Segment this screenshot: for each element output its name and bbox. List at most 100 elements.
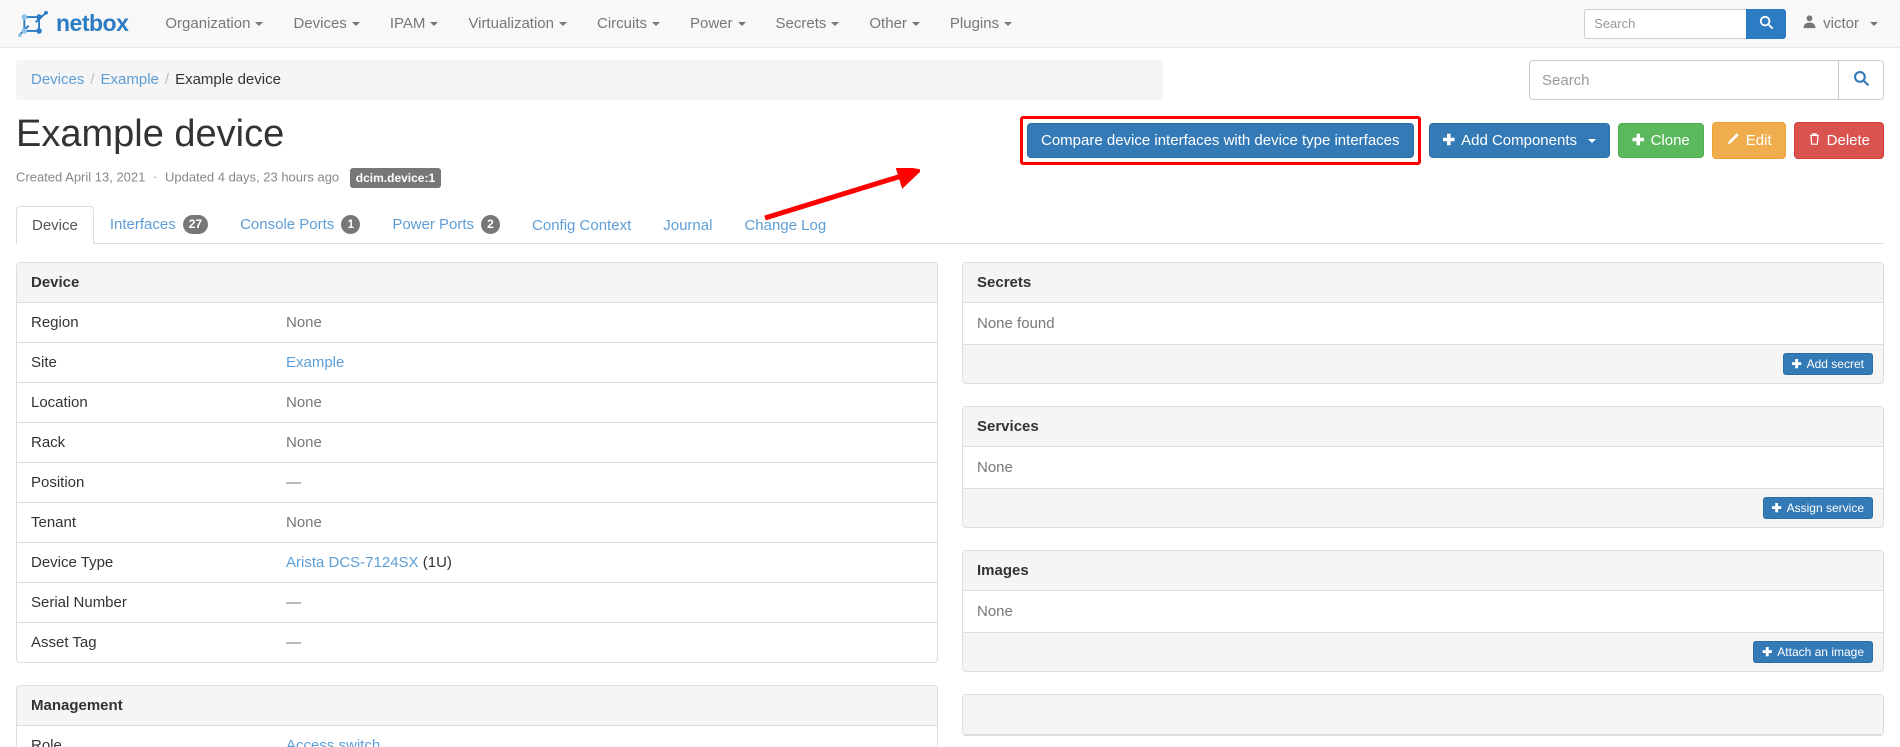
add-secret-button[interactable]: ✚ Add secret <box>1782 352 1873 375</box>
clone-button[interactable]: ✚ Clone <box>1618 123 1704 158</box>
netbox-logo-icon <box>18 10 48 37</box>
edit-button[interactable]: Edit <box>1711 122 1786 159</box>
device-type-height: (1U) <box>418 553 452 571</box>
row-value: Access switch <box>272 726 937 747</box>
nav-item-label: Organization <box>165 14 251 32</box>
tab-journal[interactable]: Journal <box>647 206 728 244</box>
page-search-input[interactable] <box>1529 60 1838 100</box>
tab-label: Device <box>32 216 78 234</box>
row-label: Device Type <box>17 541 272 583</box>
add-components-button[interactable]: ✚ Add Components <box>1428 123 1610 158</box>
page-search-button[interactable] <box>1838 60 1884 100</box>
table-row: Asset Tag — <box>17 621 937 662</box>
nav-item-organization[interactable]: Organization <box>150 0 278 48</box>
page-title: Example device <box>16 113 285 155</box>
user-menu[interactable]: victor <box>1802 14 1882 33</box>
title-row: Example device Created April 13, 2021 · … <box>16 113 1884 188</box>
management-attributes-table: Role Access switch <box>17 726 937 747</box>
plus-icon: ✚ <box>1771 500 1782 515</box>
row-value: None <box>286 313 322 331</box>
chevron-down-icon <box>558 21 567 26</box>
nav-item-label: Virtualization <box>468 14 554 32</box>
row-value: None <box>272 381 937 423</box>
tab-console-ports[interactable]: Console Ports 1 <box>224 204 376 244</box>
secrets-panel: Secrets None found ✚ Add secret <box>962 261 1884 384</box>
row-label: Role <box>31 736 62 747</box>
nav-item-devices[interactable]: Devices <box>278 0 374 48</box>
tab-badge: 27 <box>182 214 209 234</box>
next-panel-title <box>963 694 1883 735</box>
role-link[interactable]: Access switch <box>286 737 380 747</box>
images-panel-title: Images <box>963 550 1883 591</box>
navbar-search-button[interactable] <box>1746 8 1787 39</box>
trash-icon <box>1808 132 1821 149</box>
row-value: None <box>272 501 937 543</box>
plus-icon: ✚ <box>1762 644 1773 659</box>
nav-item-plugins[interactable]: Plugins <box>935 0 1027 48</box>
nav-item-circuits[interactable]: Circuits <box>582 0 675 48</box>
nav-item-virtualization[interactable]: Virtualization <box>453 0 582 48</box>
brand-text: netbox <box>56 10 129 36</box>
tab-badge: 1 <box>341 214 361 234</box>
navbar-right: victor <box>1584 8 1882 39</box>
breadcrumb-row: Devices / Example / Example device <box>16 60 1884 100</box>
object-type-badge: dcim.device:1 <box>349 167 442 188</box>
nav-item-ipam[interactable]: IPAM <box>375 0 454 48</box>
user-menu-label: victor <box>1823 15 1859 32</box>
plus-icon: ✚ <box>1791 356 1802 371</box>
nav-items: Organization Devices IPAM Virtualization… <box>150 0 1027 48</box>
tab-label: Config Context <box>532 216 632 234</box>
nav-item-power[interactable]: Power <box>675 0 761 48</box>
attach-image-button[interactable]: ✚ Attach an image <box>1753 640 1873 663</box>
chevron-down-icon <box>255 21 264 26</box>
meta-separator: · <box>153 169 158 185</box>
device-type-link[interactable]: Arista DCS-7124SX <box>286 554 419 571</box>
assign-service-button[interactable]: ✚ Assign service <box>1762 496 1873 519</box>
tab-label: Power Ports <box>392 215 475 233</box>
nav-item-label: Power <box>690 14 733 32</box>
nav-item-secrets[interactable]: Secrets <box>761 0 855 48</box>
services-panel-footer: ✚ Assign service <box>963 487 1883 527</box>
top-navbar: netbox Organization Devices IPAM Virtual… <box>0 0 1900 48</box>
row-value: — <box>272 581 937 623</box>
content-columns: Device Region None Site Example Location… <box>16 261 1884 747</box>
row-value: — <box>272 461 937 503</box>
site-link[interactable]: Example <box>286 354 344 371</box>
secrets-panel-footer: ✚ Add secret <box>963 343 1883 383</box>
device-panel: Device Region None Site Example Location… <box>16 261 938 663</box>
breadcrumb-item-example[interactable]: Example <box>101 71 159 88</box>
tab-interfaces[interactable]: Interfaces 27 <box>94 204 224 244</box>
table-row: Tenant None <box>17 501 937 543</box>
delete-button[interactable]: Delete <box>1793 122 1884 159</box>
table-row: Region None <box>17 303 937 343</box>
chevron-down-icon <box>1588 138 1596 143</box>
add-components-label: Add Components <box>1461 132 1577 149</box>
assign-service-label: Assign service <box>1786 500 1864 515</box>
table-row: Rack None <box>17 421 937 463</box>
navbar-search-input[interactable] <box>1584 8 1747 39</box>
next-panel-partial <box>962 693 1884 736</box>
table-row: Position — <box>17 461 937 503</box>
tab-device[interactable]: Device <box>16 205 94 244</box>
nav-item-other[interactable]: Other <box>854 0 935 48</box>
breadcrumb-item-devices[interactable]: Devices <box>31 71 84 88</box>
tab-config-context[interactable]: Config Context <box>516 206 647 244</box>
title-block: Example device Created April 13, 2021 · … <box>16 113 442 188</box>
compare-device-interfaces-button[interactable]: Compare device interfaces with device ty… <box>1027 123 1414 158</box>
management-panel-title: Management <box>17 685 937 726</box>
tab-change-log[interactable]: Change Log <box>728 206 842 244</box>
device-attributes-table: Region None Site Example Location None R… <box>17 303 937 662</box>
nav-item-label: Other <box>869 14 907 32</box>
table-row: Location None <box>17 381 937 423</box>
page-container: Devices / Example / Example device Example d… <box>0 48 1900 747</box>
row-value: Example <box>272 341 937 383</box>
tab-power-ports[interactable]: Power Ports 2 <box>376 204 516 244</box>
images-panel: Images None ✚ Attach an image <box>962 549 1884 672</box>
chevron-down-icon <box>737 21 746 26</box>
table-row: Serial Number — <box>17 581 937 623</box>
plus-icon: ✚ <box>1442 132 1456 149</box>
tab-label: Console Ports <box>240 215 335 233</box>
delete-label: Delete <box>1826 132 1870 149</box>
nav-item-label: Plugins <box>949 14 1000 32</box>
netbox-brand-link[interactable]: netbox <box>18 10 129 37</box>
